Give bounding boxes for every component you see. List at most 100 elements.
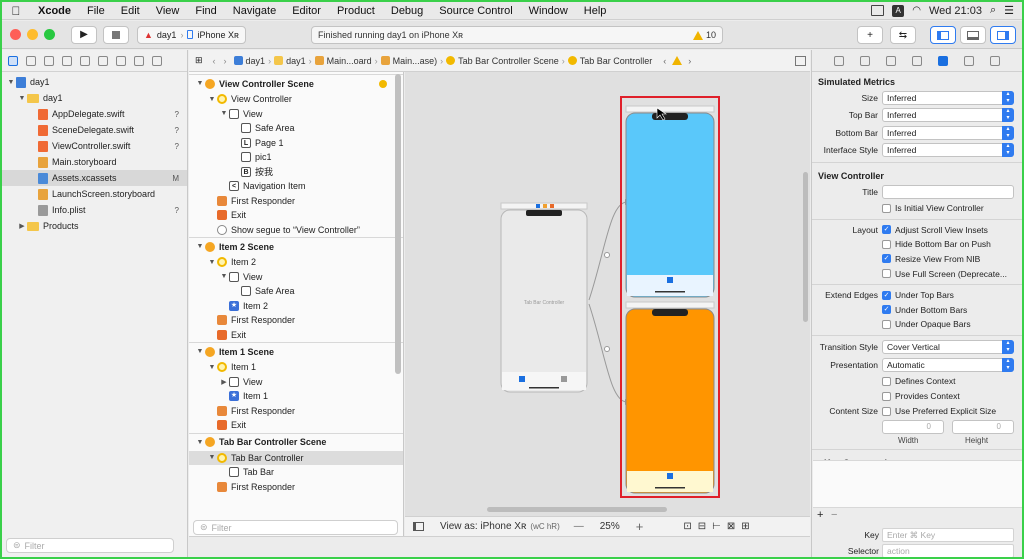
defines-context-checkbox[interactable]: Defines Context xyxy=(882,376,955,386)
simulated-metric-select[interactable]: Inferred ▴ ▾ xyxy=(882,125,1014,140)
outline-item[interactable]: Exit xyxy=(189,208,403,223)
toggle-outline-icon[interactable] xyxy=(413,522,424,531)
disclosure-icon[interactable]: ▼ xyxy=(195,243,205,250)
breadcrumb-item[interactable]: Main...oard xyxy=(312,56,375,66)
option-checkbox[interactable]: Use Full Screen (Deprecate... xyxy=(882,269,1007,279)
menu-debug[interactable]: Debug xyxy=(383,5,431,17)
disclosure-icon[interactable]: ▶ xyxy=(219,378,229,386)
outline-item[interactable]: First Responder xyxy=(189,313,403,328)
zoom-in-button[interactable]: + xyxy=(636,519,644,534)
option-checkbox[interactable]: Hide Bottom Bar on Push xyxy=(882,239,991,249)
scene-warning-dot[interactable] xyxy=(379,79,387,88)
display-icon[interactable] xyxy=(871,5,885,16)
initial-vc-checkbox[interactable]: Is Initial View Controller xyxy=(882,203,984,213)
outline-item[interactable]: Tab Bar xyxy=(189,465,403,480)
outline-item[interactable]: Safe Area xyxy=(189,121,403,136)
navigator-item[interactable]: Assets.xcassets M xyxy=(2,170,187,186)
outline-item[interactable]: ▼ Item 2 xyxy=(189,255,403,270)
warnings-indicator[interactable]: 10 xyxy=(692,30,716,40)
breadcrumb-item[interactable]: Main...ase) xyxy=(378,56,441,66)
canvas-vertical-scrollbar[interactable] xyxy=(803,172,808,322)
history-inspector-icon[interactable] xyxy=(860,55,870,66)
menu-list-icon[interactable]: ☰ xyxy=(1004,4,1014,17)
folder-tab-icon[interactable] xyxy=(8,55,18,66)
toggle-inspector-button[interactable] xyxy=(990,26,1016,44)
simulated-metric-select[interactable]: Inferred ▴ ▾ xyxy=(882,90,1014,105)
navigator-item[interactable]: ▼ day1 xyxy=(2,90,187,106)
disclosure-icon[interactable]: ▼ xyxy=(219,273,229,280)
toggle-debug-button[interactable] xyxy=(960,26,986,44)
breadcrumb-item[interactable]: Tab Bar Controller xyxy=(565,56,656,66)
key-field[interactable]: Enter ⌘ Key xyxy=(882,527,1014,542)
menu-navigate[interactable]: Navigate xyxy=(225,5,284,17)
outline-scene[interactable]: ▼ Tab Bar Controller Scene xyxy=(189,432,403,451)
scheme-selector[interactable]: ▲ day1 › iPhone Xʀ xyxy=(137,25,246,44)
remove-key-command-icon[interactable]: − xyxy=(831,509,837,521)
menu-source-control[interactable]: Source Control xyxy=(431,5,520,17)
nav-next-icon[interactable]: › xyxy=(688,56,691,66)
outline-scene[interactable]: ▼ Item 2 Scene xyxy=(189,237,403,255)
outline-item[interactable]: ▶ View xyxy=(189,375,403,390)
input-source-icon[interactable]: A xyxy=(892,4,905,17)
align-icon[interactable]: ⊟ xyxy=(698,521,706,532)
menu-view[interactable]: View xyxy=(148,5,188,17)
add-key-command-icon[interactable]: + xyxy=(817,509,823,521)
outline-item[interactable]: First Responder xyxy=(189,404,403,419)
test-tab-icon[interactable] xyxy=(98,55,108,66)
tbc-tab-item-2-icon[interactable] xyxy=(561,376,567,382)
option-checkbox[interactable]: ✓ Under Bottom Bars xyxy=(882,305,967,315)
resolve-issues-icon[interactable]: ⊠ xyxy=(727,521,735,532)
option-checkbox[interactable]: ✓ Resize View From NIB xyxy=(882,254,980,264)
outline-filter[interactable]: ⊜ Filter xyxy=(193,520,398,535)
selector-field[interactable]: action xyxy=(882,543,1014,557)
height-field[interactable]: 0 xyxy=(952,419,1014,434)
menu-product[interactable]: Product xyxy=(329,5,383,17)
outline-item[interactable]: ▼ Tab Bar Controller xyxy=(189,450,403,465)
file-inspector-icon[interactable] xyxy=(834,55,844,66)
apple-icon[interactable]:  xyxy=(2,4,30,18)
menu-file[interactable]: File xyxy=(79,5,113,17)
navigator-item[interactable]: ▼ day1 xyxy=(2,74,187,90)
attributes-inspector-icon[interactable] xyxy=(938,55,948,66)
issue-warning-icon[interactable] xyxy=(672,56,683,65)
simulated-metric-select[interactable]: Inferred ▴ ▾ xyxy=(882,108,1014,123)
disclosure-icon[interactable]: ▼ xyxy=(207,364,217,371)
menu-window[interactable]: Window xyxy=(521,5,576,17)
zoom-out-button[interactable]: — xyxy=(574,521,584,532)
code-review-button[interactable]: ⇆ xyxy=(890,26,916,44)
navigator-item[interactable]: ▶ Products xyxy=(2,218,187,234)
option-checkbox[interactable]: ✓ Under Top Bars xyxy=(882,290,954,300)
add-editor-icon[interactable] xyxy=(795,55,806,66)
option-checkbox[interactable]: Under Opaque Bars xyxy=(882,319,971,329)
back-icon[interactable]: ‹ xyxy=(209,56,220,66)
toggle-navigator-button[interactable] xyxy=(930,26,956,44)
connections-inspector-icon[interactable] xyxy=(990,55,1000,66)
find-tab-icon[interactable] xyxy=(62,55,72,66)
disclosure-icon[interactable]: ▼ xyxy=(195,348,205,355)
item2-view-controller[interactable] xyxy=(625,308,715,494)
key-commands-list[interactable] xyxy=(813,460,1022,508)
outline-item[interactable]: First Responder xyxy=(189,194,403,209)
navigator-item[interactable]: Info.plist? xyxy=(2,202,187,218)
disclosure-icon[interactable]: ▼ xyxy=(207,259,217,266)
menu-help[interactable]: Help xyxy=(576,5,615,17)
disclosure-icon[interactable]: ▼ xyxy=(219,110,229,117)
tbc-tab-item-1-icon[interactable] xyxy=(519,376,525,382)
item1-scene-dock[interactable] xyxy=(625,105,715,113)
disclosure-icon[interactable]: ▶ xyxy=(17,222,27,230)
outline-scrollbar[interactable] xyxy=(395,74,401,374)
outline-item[interactable]: L Page 1 xyxy=(189,136,403,151)
disclosure-icon[interactable]: ▼ xyxy=(207,454,217,461)
size-inspector-icon[interactable] xyxy=(964,55,974,66)
report-tab-icon[interactable] xyxy=(152,55,162,66)
outline-item[interactable]: ▼ Item 1 xyxy=(189,360,403,375)
presentation-select[interactable]: Automatic ▴ ▾ xyxy=(882,357,1014,372)
disclosure-icon[interactable]: ▼ xyxy=(195,439,205,446)
disclosure-icon[interactable]: ▼ xyxy=(17,95,27,102)
breakpoint-tab-icon[interactable] xyxy=(134,55,144,66)
close-window-button[interactable] xyxy=(10,29,21,40)
view-as-label[interactable]: View as: iPhone Xʀ xyxy=(440,521,526,532)
library-button[interactable]: + xyxy=(857,26,883,44)
help-inspector-icon[interactable] xyxy=(886,55,896,66)
breadcrumb-item[interactable]: Tab Bar Controller Scene xyxy=(443,56,562,66)
